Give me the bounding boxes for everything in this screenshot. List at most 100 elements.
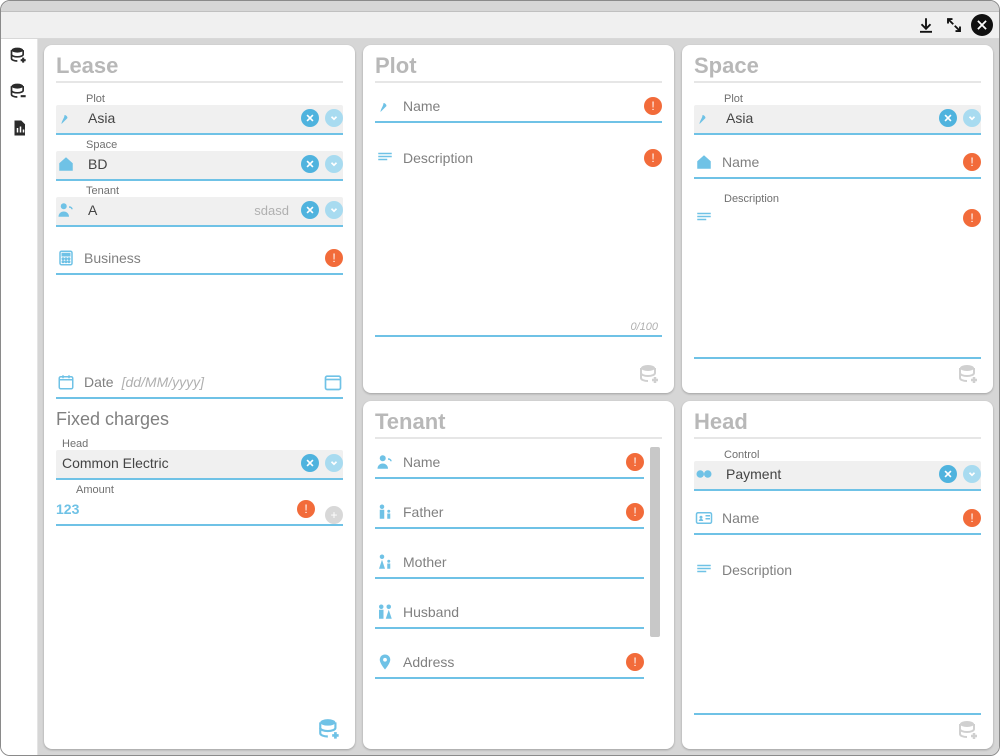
clear-icon[interactable]: [939, 465, 957, 483]
add-charge-button[interactable]: +: [325, 506, 343, 524]
clear-icon[interactable]: [301, 201, 319, 219]
lease-space-label: Space: [56, 139, 343, 151]
sidebar: [1, 39, 38, 755]
lease-title: Lease: [56, 53, 343, 83]
fixed-charges-title: Fixed charges: [56, 409, 343, 430]
lease-business-label: Business: [84, 250, 141, 266]
space-card: Space Plot Asia: [682, 45, 993, 393]
lease-amount-placeholder[interactable]: 123: [56, 501, 289, 517]
save-db-icon[interactable]: [957, 363, 981, 387]
head-control-label: Control: [694, 449, 981, 461]
space-name-label: Name: [722, 154, 759, 170]
space-plot-value[interactable]: Asia: [722, 110, 931, 126]
tenant-name-label: Name: [403, 454, 440, 470]
home-icon: [694, 153, 714, 171]
lease-plot-value[interactable]: Asia: [84, 110, 293, 126]
close-button[interactable]: [971, 14, 993, 36]
head-control-value[interactable]: Payment: [722, 466, 931, 482]
clear-icon[interactable]: [939, 109, 957, 127]
warning-icon: !: [325, 249, 343, 267]
sidebar-report-icon[interactable]: [8, 117, 30, 139]
husband-icon: [375, 603, 395, 621]
plot-card: Plot Name ! Description !: [363, 45, 674, 393]
person-icon: [375, 453, 395, 471]
control-icon: [694, 465, 714, 483]
calculator-icon: [56, 249, 76, 267]
window-chrome: [1, 1, 999, 12]
clear-icon[interactable]: [301, 109, 319, 127]
clear-icon[interactable]: [301, 155, 319, 173]
workspace: Plot Name ! Description !: [38, 39, 999, 755]
mother-icon: [375, 553, 395, 571]
clear-icon[interactable]: [301, 454, 319, 472]
dropdown-icon[interactable]: [325, 454, 343, 472]
plot-icon: [694, 109, 714, 127]
sidebar-db-add-icon[interactable]: [8, 45, 30, 67]
tenant-father-label: Father: [403, 504, 443, 520]
plot-name-label: Name: [403, 98, 440, 114]
space-desc-small-label: Description: [694, 193, 981, 205]
sidebar-db-remove-icon[interactable]: [8, 81, 30, 103]
lease-tenant-label: Tenant: [56, 185, 343, 197]
person-icon: [56, 201, 76, 219]
plot-icon: [375, 97, 395, 115]
titlebar: [1, 12, 999, 39]
lease-tenant-hint: sdasd: [254, 203, 289, 218]
description-icon: [694, 209, 714, 227]
location-icon: [375, 653, 395, 671]
tenant-mother-label: Mother: [403, 554, 447, 570]
warning-icon: !: [626, 503, 644, 521]
warning-icon: !: [297, 500, 315, 518]
id-card-icon: [694, 509, 714, 527]
lease-plot-label: Plot: [56, 93, 343, 105]
tenant-card: Tenant Name ! Father !: [363, 401, 674, 749]
home-icon: [56, 155, 76, 173]
lease-tenant-value[interactable]: A: [84, 202, 246, 218]
dropdown-icon[interactable]: [963, 109, 981, 127]
head-title: Head: [694, 409, 981, 439]
space-plot-small-label: Plot: [694, 93, 981, 105]
dropdown-icon[interactable]: [963, 465, 981, 483]
lease-date-placeholder[interactable]: [dd/MM/yyyy]: [122, 374, 204, 390]
plot-desc-label: Description: [403, 150, 473, 166]
lease-amount-label: Amount: [56, 484, 343, 496]
warning-icon: !: [963, 153, 981, 171]
tenant-address-label: Address: [403, 654, 454, 670]
plot-title: Plot: [375, 53, 662, 83]
space-title: Space: [694, 53, 981, 83]
scrollbar[interactable]: [648, 445, 662, 743]
lease-space-value[interactable]: BD: [84, 156, 293, 172]
save-db-icon[interactable]: [638, 363, 662, 387]
warning-icon: !: [963, 209, 981, 227]
save-db-icon[interactable]: [317, 717, 343, 743]
warning-icon: !: [626, 653, 644, 671]
tenant-title: Tenant: [375, 409, 662, 439]
description-icon: [375, 149, 395, 167]
warning-icon: !: [644, 149, 662, 167]
head-desc-label: Description: [722, 562, 792, 578]
description-icon: [694, 561, 714, 579]
plot-icon: [56, 109, 76, 127]
head-card: Head Control Payment: [682, 401, 993, 749]
save-db-icon[interactable]: [957, 719, 981, 743]
lease-head-label: Head: [56, 438, 343, 450]
app-window: Plot Name ! Description !: [0, 0, 1000, 756]
warning-icon: !: [626, 453, 644, 471]
head-name-label: Name: [722, 510, 759, 526]
father-icon: [375, 503, 395, 521]
scrollbar-thumb[interactable]: [650, 447, 660, 637]
dropdown-icon[interactable]: [325, 155, 343, 173]
dropdown-icon[interactable]: [325, 109, 343, 127]
lease-head-value[interactable]: Common Electric: [56, 455, 293, 471]
warning-icon: !: [644, 97, 662, 115]
warning-icon: !: [963, 509, 981, 527]
date-picker-icon[interactable]: [323, 372, 343, 392]
lease-card: Lease Plot Asia: [44, 45, 355, 749]
lease-date-label: Date: [84, 374, 114, 390]
download-button[interactable]: [915, 14, 937, 36]
fullscreen-button[interactable]: [943, 14, 965, 36]
calendar-icon: [56, 373, 76, 391]
app-body: Plot Name ! Description !: [1, 39, 999, 755]
dropdown-icon[interactable]: [325, 201, 343, 219]
char-counter: 0/100: [630, 321, 658, 333]
